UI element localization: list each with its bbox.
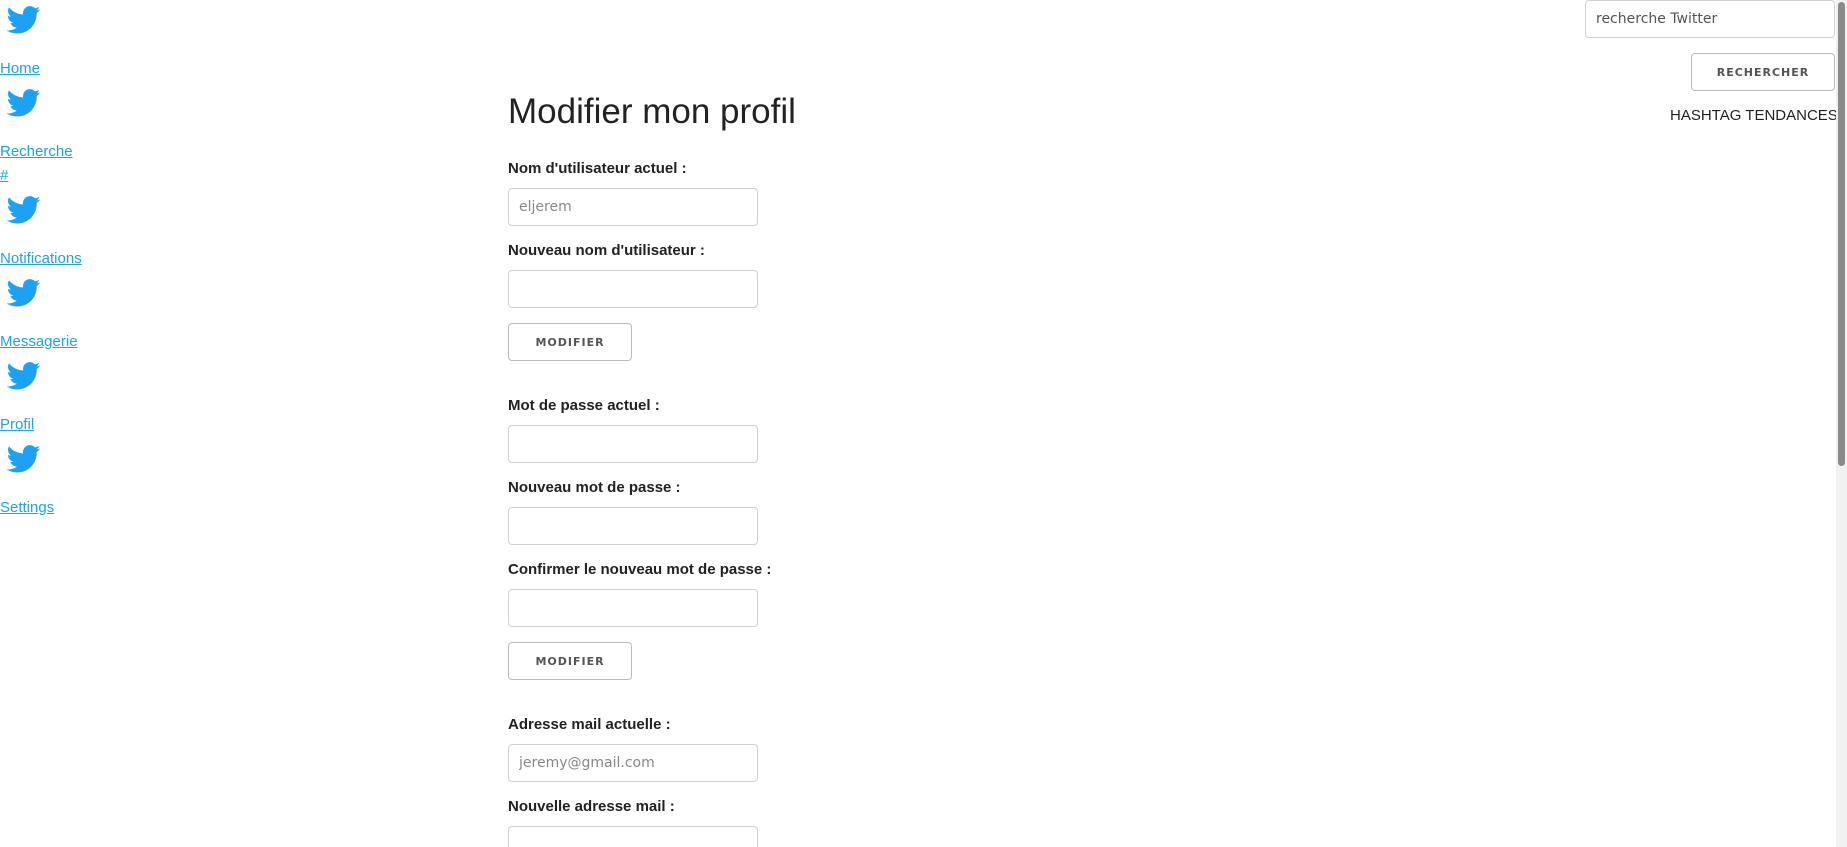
- current-password-label: Mot de passe actuel :: [508, 397, 660, 414]
- search-input[interactable]: [1585, 0, 1835, 38]
- nav-link-messagerie[interactable]: Messagerie: [0, 333, 78, 350]
- new-username-label: Nouveau nom d'utilisateur :: [508, 242, 705, 259]
- new-email-label: Nouvelle adresse mail :: [508, 798, 675, 815]
- current-email-label: Adresse mail actuelle :: [508, 716, 671, 733]
- modify-username-button[interactable]: Modifier: [508, 323, 632, 361]
- current-password-field[interactable]: [508, 425, 758, 463]
- modify-password-button[interactable]: Modifier: [508, 642, 632, 680]
- twitter-bird-icon[interactable]: [7, 196, 41, 224]
- new-email-field[interactable]: [508, 826, 758, 847]
- twitter-bird-icon[interactable]: [7, 6, 41, 34]
- search-button[interactable]: Rechercher: [1691, 53, 1835, 91]
- twitter-bird-icon[interactable]: [7, 89, 41, 117]
- nav-link-profil[interactable]: Profil: [0, 416, 34, 433]
- new-password-label: Nouveau mot de passe :: [508, 479, 681, 496]
- page-title: Modifier mon profil: [508, 92, 796, 131]
- current-username-field[interactable]: [508, 188, 758, 226]
- twitter-bird-icon[interactable]: [7, 445, 41, 473]
- nav-link-settings[interactable]: Settings: [0, 499, 54, 516]
- new-password-field[interactable]: [508, 507, 758, 545]
- trending-hashtags-title: HASHTAG TENDANCES: [1670, 107, 1838, 124]
- current-email-field[interactable]: [508, 744, 758, 782]
- nav-link-hashtag[interactable]: #: [0, 167, 8, 184]
- confirm-password-label: Confirmer le nouveau mot de passe :: [508, 561, 772, 578]
- nav-link-notifications[interactable]: Notifications: [0, 250, 82, 267]
- page: Home Recherche # Notifications Messageri…: [0, 0, 1847, 847]
- twitter-bird-icon[interactable]: [7, 362, 41, 390]
- scrollbar-thumb[interactable]: [1838, 2, 1845, 466]
- confirm-password-field[interactable]: [508, 589, 758, 627]
- current-username-label: Nom d'utilisateur actuel :: [508, 160, 687, 177]
- twitter-bird-icon[interactable]: [7, 279, 41, 307]
- nav-link-home[interactable]: Home: [0, 60, 40, 77]
- new-username-field[interactable]: [508, 270, 758, 308]
- nav-link-recherche[interactable]: Recherche: [0, 143, 73, 160]
